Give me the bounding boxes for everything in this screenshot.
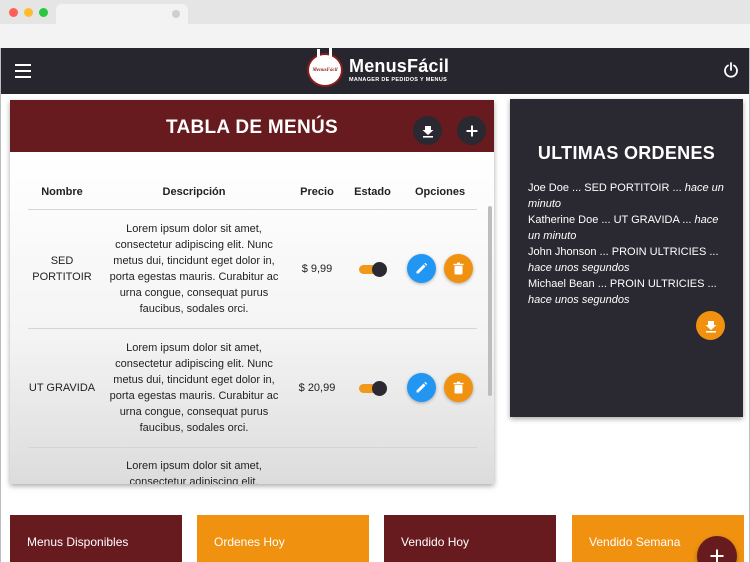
table-row: UT GRAVIDA Lorem ipsum dolor sit amet, c… (28, 328, 477, 448)
column-header-price: Precio (292, 176, 342, 210)
stat-card-menus-available[interactable]: Menus Disponibles (10, 515, 182, 562)
stat-label: Vendido Semana (589, 535, 681, 549)
menu-table-body: Nombre Descripción Precio Estado Opcione… (10, 152, 494, 484)
order-text: John Jhonson ... PROIN ULTRICIES ... (528, 246, 719, 258)
plus-icon (466, 125, 477, 136)
delete-button[interactable] (444, 373, 473, 402)
plus-icon (710, 549, 724, 562)
pencil-icon (416, 262, 428, 274)
trash-icon (453, 381, 464, 394)
power-icon[interactable] (723, 62, 739, 78)
menu-table-header: TABLA DE MENÚS (10, 100, 494, 152)
stat-label: Vendido Hoy (401, 535, 470, 549)
list-item: Joe Doe ... SED PORTITOIR ... hace un mi… (528, 180, 728, 212)
stat-label: Ordenes Hoy (214, 535, 285, 549)
menu-options (403, 328, 477, 448)
order-text: Michael Bean ... PROIN ULTRICIES ... (528, 278, 717, 290)
close-window-button[interactable] (9, 8, 18, 17)
menu-table: Nombre Descripción Precio Estado Opcione… (28, 176, 477, 484)
active-toggle[interactable] (358, 380, 387, 396)
logo-subtitle: MANAGER DE PEDIDOS Y MENUS (349, 77, 448, 83)
order-time: hace unos segundos (528, 262, 630, 274)
window-controls (9, 8, 48, 17)
logo-badge-text: MenusFácil (312, 67, 338, 73)
column-header-state: Estado (342, 176, 403, 210)
download-icon (705, 320, 716, 333)
fork-icon (317, 49, 320, 61)
browser-tab[interactable] (56, 4, 188, 24)
table-row: Lorem ipsum dolor sit amet, consectetur … (28, 447, 477, 484)
menu-table-card: TABLA DE MENÚS Nombre Descripción Precio… (10, 100, 494, 484)
download-icon (422, 125, 433, 138)
menu-price: $ 9,99 (292, 209, 342, 329)
trash-icon (453, 262, 464, 275)
list-item: Michael Bean ... PROIN ULTRICIES ... hac… (528, 276, 728, 308)
edit-button[interactable] (407, 254, 436, 283)
menu-options (403, 209, 477, 329)
stat-label: Menus Disponibles (27, 535, 129, 549)
latest-orders-list: Joe Doe ... SED PORTITOIR ... hace un mi… (528, 180, 728, 308)
logo-badge: MenusFácil (307, 48, 343, 87)
menu-price: $ 20,99 (292, 328, 342, 448)
app-logo[interactable]: MenusFácil MenusFácil MANAGER DE PEDIDOS… (307, 48, 449, 87)
download-orders-button[interactable] (696, 311, 725, 340)
column-header-name: Nombre (28, 176, 96, 210)
menu-state (342, 447, 403, 484)
menu-description: Lorem ipsum dolor sit amet, consectetur … (96, 328, 292, 448)
menu-description: Lorem ipsum dolor sit amet, consectetur … (96, 447, 292, 484)
menu-name (28, 447, 96, 484)
logo-text: MenusFácil MANAGER DE PEDIDOS Y MENUS (349, 57, 449, 83)
order-time: hace unos segundos (528, 294, 630, 306)
menu-price (292, 447, 342, 484)
active-toggle[interactable] (358, 261, 387, 277)
app-window: MenusFácil MenusFácil MANAGER DE PEDIDOS… (0, 48, 750, 562)
menu-state (342, 328, 403, 448)
order-text: Katherine Doe ... UT GRAVIDA ... (528, 214, 695, 226)
knife-icon (329, 48, 332, 61)
latest-orders-card: ULTIMAS ORDENES Joe Doe ... SED PORTITOI… (510, 99, 743, 417)
stat-card-sold-today[interactable]: Vendido Hoy (384, 515, 556, 562)
stat-card-orders-today[interactable]: Ordenes Hoy (197, 515, 369, 562)
latest-orders-title: ULTIMAS ORDENES (537, 143, 716, 163)
minimize-window-button[interactable] (24, 8, 33, 17)
menu-state (342, 209, 403, 329)
column-header-options: Opciones (403, 176, 477, 210)
pencil-icon (416, 381, 428, 393)
top-navbar: MenusFácil MenusFácil MANAGER DE PEDIDOS… (1, 48, 749, 94)
edit-button[interactable] (407, 373, 436, 402)
menu-options (403, 447, 477, 484)
menu-description: Lorem ipsum dolor sit amet, consectetur … (96, 209, 292, 329)
delete-button[interactable] (444, 254, 473, 283)
table-scrollbar[interactable] (488, 206, 492, 396)
browser-chrome (0, 0, 750, 48)
table-row: SED PORTITOIR Lorem ipsum dolor sit amet… (28, 209, 477, 329)
tab-close-icon[interactable] (172, 10, 180, 18)
add-menu-button[interactable] (457, 116, 486, 145)
download-menus-button[interactable] (413, 116, 442, 145)
menu-name: UT GRAVIDA (28, 328, 96, 448)
list-item: Katherine Doe ... UT GRAVIDA ... hace un… (528, 212, 728, 244)
hamburger-icon[interactable] (15, 64, 31, 78)
maximize-window-button[interactable] (39, 8, 48, 17)
logo-name: MenusFácil (349, 56, 450, 76)
menu-name: SED PORTITOIR (28, 209, 96, 329)
list-item: John Jhonson ... PROIN ULTRICIES ... hac… (528, 244, 728, 276)
column-header-description: Descripción (96, 176, 292, 210)
address-bar[interactable] (0, 24, 750, 48)
order-text: Joe Doe ... SED PORTITOIR ... (528, 182, 685, 194)
